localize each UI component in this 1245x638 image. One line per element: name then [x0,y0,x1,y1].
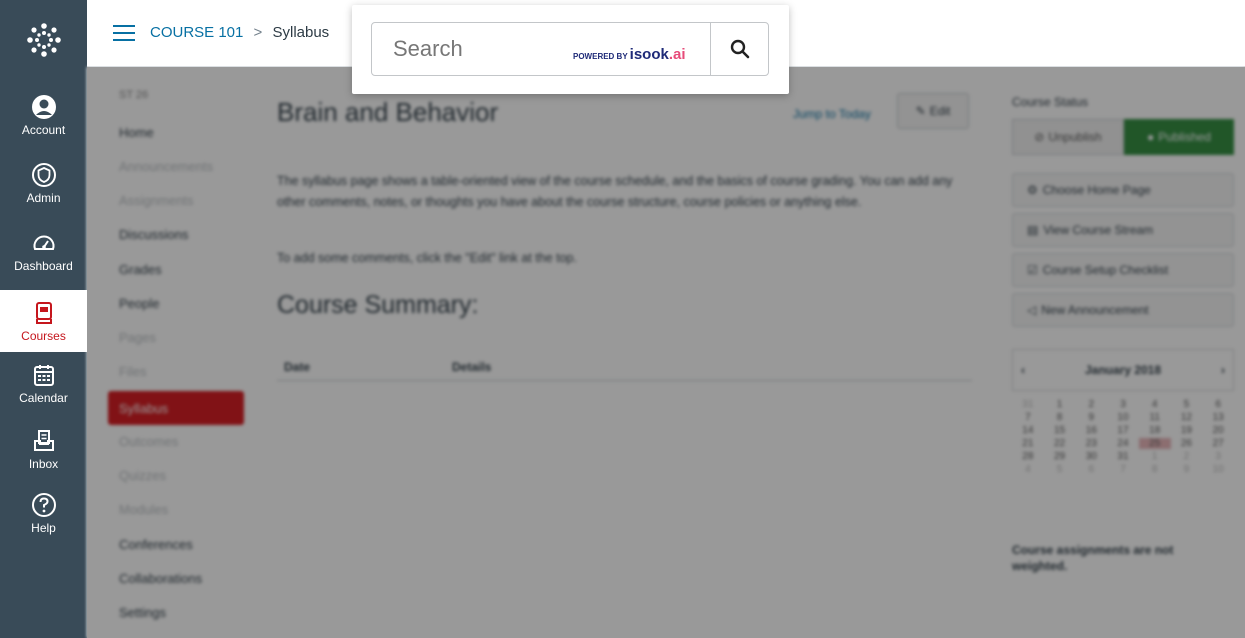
breadcrumb-course-link[interactable]: COURSE 101 [150,24,243,41]
search-box: POWERED BY isook .ai [371,22,769,76]
nav-courses[interactable]: Courses [0,290,87,352]
question-circle-icon [31,492,56,517]
nav-calendar[interactable]: Calendar [0,354,87,412]
nav-dashboard-label: Dashboard [14,258,73,273]
magnifier-icon [730,39,749,59]
breadcrumb: COURSE 101 > Syllabus [150,24,329,41]
app: Account Admin Dashboard Courses Calendar… [0,0,1245,638]
search-popup: POWERED BY isook .ai [352,5,789,94]
user-avatar-icon [31,94,56,119]
nav-account-label: Account [21,122,66,137]
calendar-icon [33,364,54,386]
canvas-logo-icon [26,23,61,57]
nav-admin-label: Admin [26,190,61,205]
nav-help[interactable]: Help [0,484,87,542]
global-navigation: Account Admin Dashboard Courses Calendar… [0,0,87,638]
breadcrumb-separator: > [253,24,263,41]
brand-tld: .ai [668,46,686,63]
book-icon [35,301,52,324]
nav-courses-label: Courses [21,328,66,343]
powered-by-text: POWERED BY [573,52,628,61]
inbox-icon [33,429,54,451]
brand-name: isook [629,46,669,63]
nav-help-label: Help [31,520,56,535]
nav-calendar-label: Calendar [19,390,68,405]
hamburger-menu-icon[interactable] [113,25,135,41]
nav-account[interactable]: Account [0,86,87,144]
shield-icon [31,162,56,187]
modal-dim-overlay[interactable] [87,67,1245,638]
nav-dashboard[interactable]: Dashboard [0,222,87,280]
powered-by-badge: POWERED BY isook .ai [573,46,686,63]
nav-inbox-label: Inbox [28,456,59,471]
nav-inbox[interactable]: Inbox [0,420,87,478]
speedometer-icon [33,235,54,250]
nav-admin[interactable]: Admin [0,154,87,212]
canvas-logo[interactable] [0,0,87,80]
search-button[interactable] [710,23,768,75]
breadcrumb-current: Syllabus [272,24,330,41]
